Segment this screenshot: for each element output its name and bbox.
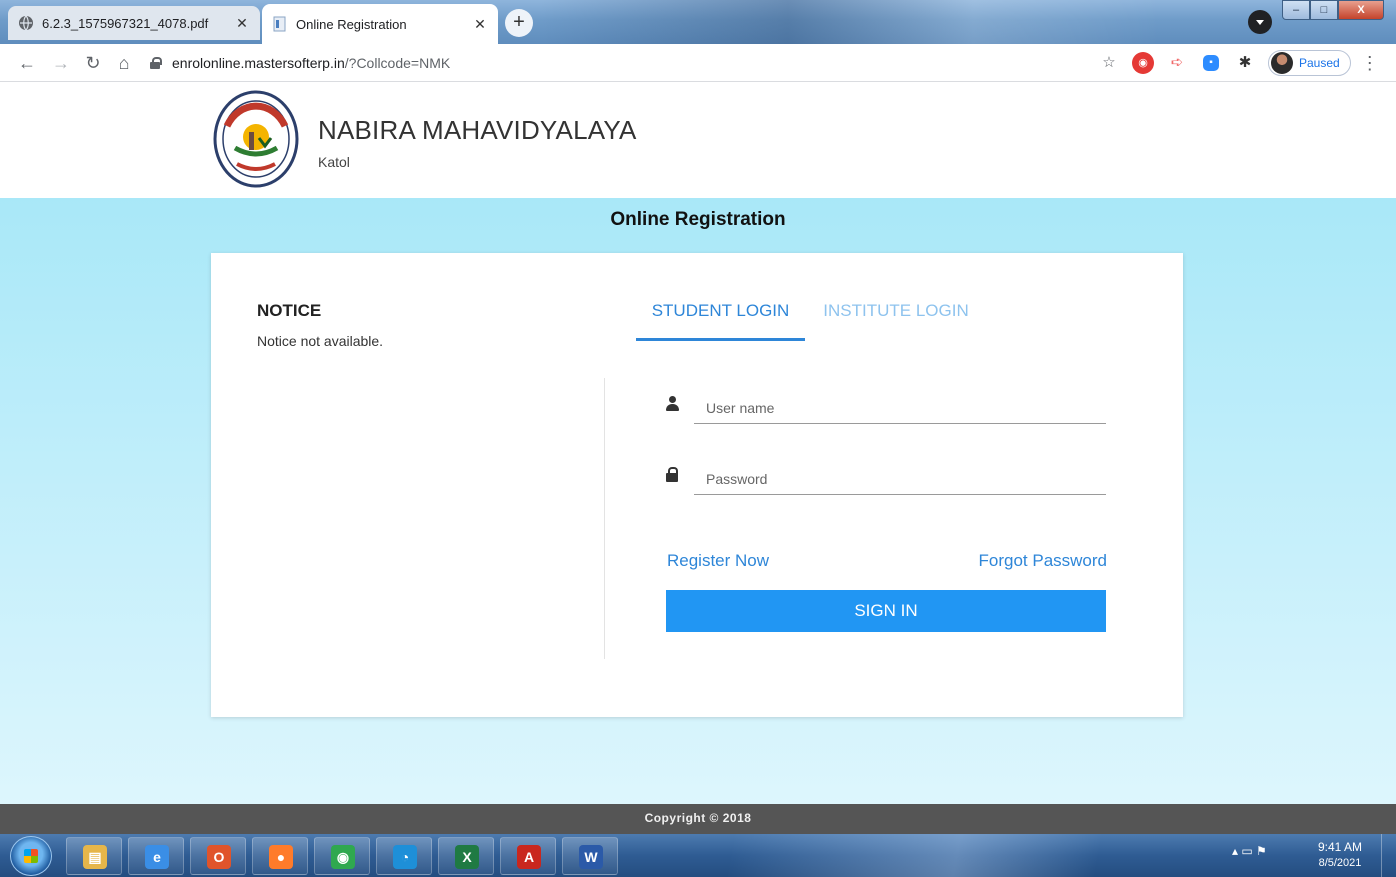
page-title: Online Registration [610,209,786,230]
internet-explorer-icon: e [145,845,169,869]
notice-text: Notice not available. [257,333,384,349]
taskbar-office-button[interactable]: O [190,837,246,875]
taskbar-file-explorer-button[interactable]: ▤ [66,837,122,875]
clock[interactable]: 9:41 AM 8/5/2021 [1312,839,1368,871]
close-tab-icon[interactable]: ✕ [472,16,488,33]
close-tab-icon[interactable]: ✕ [234,15,250,32]
username-input[interactable] [694,392,1106,424]
window-controls: – □ X [1282,0,1384,20]
password-field [666,463,1106,497]
minimize-button[interactable]: – [1282,0,1310,20]
reload-icon[interactable]: ↻ [82,52,104,74]
extension-icon[interactable]: ➪ [1166,52,1188,74]
windows-taskbar: ▤ e O ● ◉ ◔ X A W ▴ ▭ ⚑ 9:41 AM 8/5/2021 [0,834,1396,877]
edge-icon: ◔ [393,845,417,869]
bookmark-star-icon[interactable]: ☆ [1098,52,1120,74]
main-content: Online Registration NOTICE Notice not av… [0,198,1396,804]
menu-kebab-icon[interactable]: ⋮ [1361,53,1379,74]
excel-icon: X [455,845,479,869]
profile-status: Paused [1299,56,1340,70]
taskbar-internet-explorer-button[interactable]: e [128,837,184,875]
system-tray[interactable]: ▴ ▭ ⚑ [1232,844,1267,858]
file-explorer-icon: ▤ [83,845,107,869]
lock-icon [150,57,162,69]
avatar [1271,52,1293,74]
zoom-extension-icon[interactable]: ▪ [1203,55,1219,71]
office-icon: O [207,845,231,869]
tab-online-registration[interactable]: Online Registration ✕ [262,4,498,44]
taskbar-word-button[interactable]: W [562,837,618,875]
close-window-button[interactable]: X [1338,0,1384,20]
clock-time: 9:41 AM [1317,840,1363,854]
taskbar-acrobat-button[interactable]: A [500,837,556,875]
back-icon[interactable]: ← [16,52,38,74]
taskbar-chrome-button[interactable]: ◉ [314,837,370,875]
new-tab-button[interactable]: + [505,9,533,37]
globe-icon [19,15,33,31]
url-text: enrolonline.mastersofterp.in/?Collcode=N… [172,55,451,71]
taskbar-firefox-button[interactable]: ● [252,837,308,875]
tab-student-login[interactable]: STUDENT LOGIN [636,297,805,341]
lock-icon [666,467,680,483]
extension-icon[interactable]: ◉ [1132,52,1154,74]
password-input[interactable] [694,463,1106,495]
forward-icon[interactable]: → [50,52,72,74]
user-icon [666,396,680,412]
sign-in-button[interactable]: SIGN IN [666,590,1106,632]
acrobat-icon: A [517,845,541,869]
site-header: NABIRA MAHAVIDYALAYA Katol [0,82,1396,198]
word-icon: W [579,845,603,869]
tab-institute-login[interactable]: INSTITUTE LOGIN [814,297,978,341]
show-desktop-button[interactable] [1381,834,1396,877]
puzzle-icon[interactable]: ✱ [1234,52,1256,74]
maximize-button[interactable]: □ [1310,0,1338,20]
taskbar-excel-button[interactable]: X [438,837,494,875]
home-icon[interactable]: ⌂ [113,52,135,74]
profile-button[interactable]: Paused [1268,50,1351,76]
taskbar-edge-button[interactable]: ◔ [376,837,432,875]
college-name: NABIRA MAHAVIDYALAYA [318,115,637,145]
college-city: Katol [318,154,350,170]
browser-toolbar: ← → ↻ ⌂ enrolonline.mastersofterp.in/?Co… [0,44,1396,82]
start-button[interactable] [10,836,52,876]
divider [604,378,605,659]
chrome-icon: ◉ [331,845,355,869]
login-card: NOTICE Notice not available. STUDENT LOG… [211,253,1183,717]
college-logo [213,90,299,188]
footer-copyright: Copyright © 2018 [0,804,1396,834]
tab-pdf[interactable]: 6.2.3_1575967321_4078.pdf ✕ [8,6,260,40]
forgot-password-link[interactable]: Forgot Password [979,551,1108,571]
toolbar-actions: ☆ ◉ ➪ ▪ ✱ Paused ⋮ [1098,50,1379,76]
tab-title: 6.2.3_1575967321_4078.pdf [42,15,209,31]
firefox-icon: ● [269,845,293,869]
username-field [666,392,1106,426]
tab-search-icon[interactable] [1248,10,1272,34]
notice-title: NOTICE [257,301,322,320]
clock-date: 8/5/2021 [1318,857,1362,869]
browser-titlebar: 6.2.3_1575967321_4078.pdf ✕ Online Regis… [0,0,1396,44]
register-now-link[interactable]: Register Now [667,551,769,571]
page-icon [273,16,286,32]
tab-title: Online Registration [296,16,407,32]
